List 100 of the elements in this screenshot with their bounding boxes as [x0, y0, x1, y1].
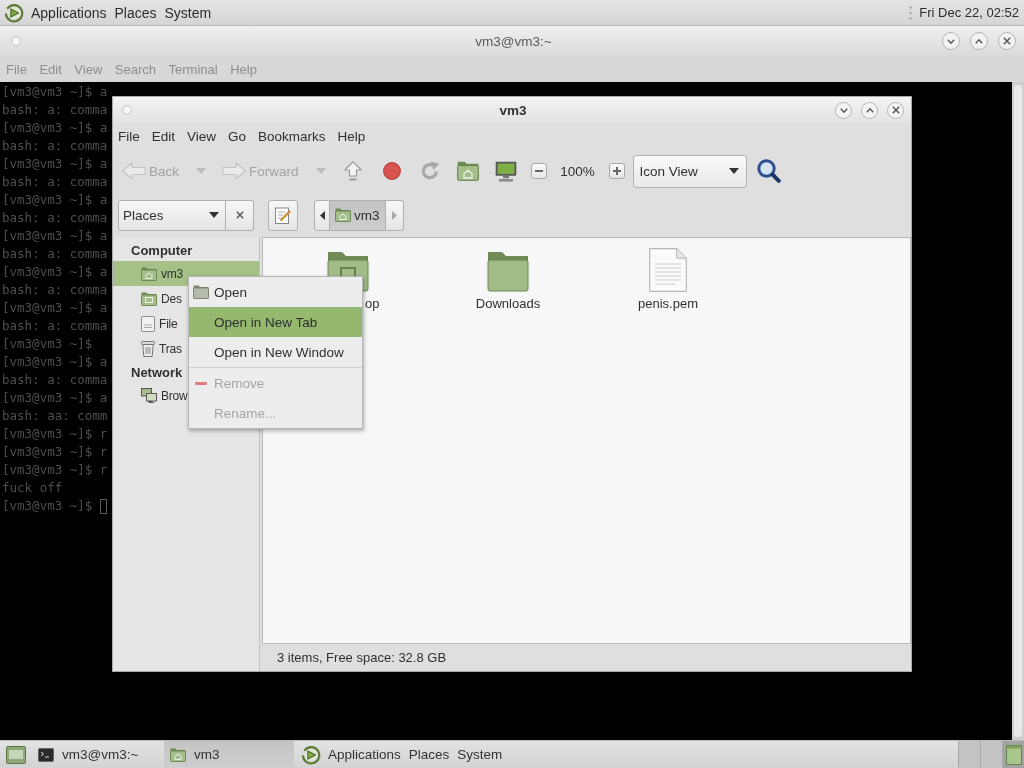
plus-icon [612, 167, 621, 175]
terminal-line: bash: a: comma [2, 245, 108, 263]
folder-icon[interactable] [486, 250, 530, 292]
stop-icon [382, 162, 401, 180]
menu-item[interactable]: Places [110, 5, 161, 20]
view-select[interactable]: Icon View [632, 154, 747, 188]
window-menu-icon[interactable] [11, 36, 21, 46]
path-button[interactable]: vm3 [330, 199, 386, 231]
terminal-line: [vm3@vm3 ~]$ a [2, 83, 108, 101]
menu-item[interactable]: Open in New Window [189, 337, 362, 367]
minus-icon [534, 170, 543, 172]
terminal-line: bash: aa: comm [2, 407, 108, 425]
sidebar-heading: Computer [130, 241, 194, 260]
menu-item[interactable]: Applications [27, 5, 111, 20]
terminal-line: bash: a: comma [2, 281, 108, 299]
home-folder-icon [141, 266, 157, 281]
computer-icon [494, 160, 517, 182]
file-name: op [365, 296, 380, 312]
chevron-down-icon [947, 38, 955, 44]
edit-icon [275, 206, 291, 224]
terminal-line: [vm3@vm3 ~]$ a [2, 155, 108, 173]
menu-item[interactable]: Bookmarks [258, 128, 326, 144]
up-arrow-icon [343, 161, 362, 181]
close-icon [891, 106, 900, 114]
close-pane-button[interactable] [226, 199, 254, 231]
file-name: Downloads [475, 296, 541, 312]
home-folder-icon [456, 161, 479, 181]
window-menu-icon[interactable] [122, 105, 132, 115]
menu-item[interactable]: System [160, 5, 216, 20]
document-icon[interactable] [649, 248, 687, 292]
menu-item[interactable]: Help [337, 128, 366, 144]
close-icon [235, 211, 244, 219]
window-title: vm3@vm3:~ [475, 33, 552, 49]
caret-down-icon [209, 212, 219, 218]
scroll-left-button[interactable] [314, 199, 330, 231]
maximize-button[interactable] [970, 32, 988, 50]
menu-item[interactable]: Applications [324, 741, 405, 768]
show-desktop-icon [6, 745, 26, 764]
menu-item[interactable]: File [118, 128, 140, 144]
desktop-folder-icon [141, 291, 157, 306]
close-button[interactable] [887, 101, 904, 119]
zoom-in-button[interactable] [608, 163, 625, 179]
caret-down-icon [728, 168, 739, 174]
menu-item[interactable]: Places [404, 741, 454, 768]
edit-location-button[interactable] [268, 199, 298, 231]
workspace[interactable] [1002, 741, 1024, 768]
menu-item[interactable]: Go [228, 128, 247, 144]
terminal-line: bash: a: comma [2, 137, 108, 155]
pane-select[interactable]: Places [118, 199, 226, 231]
minus-icon [195, 381, 207, 385]
terminal-line: [vm3@vm3 ~]$ a [2, 227, 108, 245]
home-folder-icon [170, 747, 186, 762]
menu-item[interactable]: Open in New Tab [189, 307, 362, 337]
back-arrow-icon [122, 162, 146, 180]
trash-icon [141, 340, 155, 357]
window-thumbnail-icon [1005, 744, 1022, 765]
sidebar-heading: Network [130, 363, 184, 382]
reload-icon [419, 161, 440, 181]
terminal-line: [vm3@vm3 ~]$ [2, 335, 93, 353]
left-triangle-icon [319, 210, 325, 220]
scrollbar[interactable] [1012, 82, 1024, 740]
terminal-icon [38, 747, 54, 762]
logo-icon[interactable] [301, 744, 321, 765]
terminal-line: [vm3@vm3 ~]$ r [2, 443, 108, 461]
terminal-line: [vm3@vm3 ~]$ a [2, 191, 108, 209]
zoom-out-button[interactable] [530, 163, 547, 179]
terminal-line: [vm3@vm3 ~]$ a [2, 119, 108, 137]
terminal-line: bash: a: comma [2, 371, 108, 389]
taskbar-button[interactable]: vm3 [164, 741, 294, 768]
terminal-line: [vm3@vm3 ~]$ a [2, 353, 108, 371]
menu-item[interactable]: Edit [151, 128, 176, 144]
terminal-line: [vm3@vm3 ~]$ a [2, 389, 108, 407]
terminal-line: [vm3@vm3 ~]$ a [2, 299, 108, 317]
chevron-up-icon [975, 38, 983, 44]
status-text: 3 items, Free space: 32.8 GB [277, 650, 447, 665]
close-icon [1003, 37, 1011, 45]
menu-item[interactable]: System [453, 741, 507, 768]
terminal-line: bash: a: comma [2, 101, 108, 119]
close-button[interactable] [998, 32, 1016, 50]
window-title: vm3 [499, 102, 527, 118]
terminal-line: [vm3@vm3 ~]$ [2, 497, 93, 515]
caret-down-icon [196, 168, 206, 174]
search-icon [756, 159, 781, 183]
terminal-line: bash: a: comma [2, 317, 108, 335]
terminal-line: [vm3@vm3 ~]$ r [2, 461, 108, 479]
chevron-up-icon [865, 107, 874, 113]
terminal-line: bash: a: comma [2, 173, 108, 191]
terminal-line: bash: a: comma [2, 209, 108, 227]
terminal-line: fuck off [2, 479, 63, 497]
right-triangle-icon [392, 210, 397, 220]
taskbar-button[interactable]: vm3@vm3:~ [32, 741, 162, 768]
menu-item[interactable]: View [187, 128, 217, 144]
maximize-button[interactable] [861, 101, 878, 119]
clock[interactable]: Fri Dec 22, 02:52 [919, 6, 1019, 19]
minimize-button[interactable] [835, 101, 852, 119]
home-folder-icon [335, 208, 351, 222]
zoom-level: 100% [559, 163, 596, 179]
logo-icon[interactable] [4, 2, 24, 23]
minimize-button[interactable] [942, 32, 960, 50]
forward-arrow-icon [222, 162, 246, 180]
